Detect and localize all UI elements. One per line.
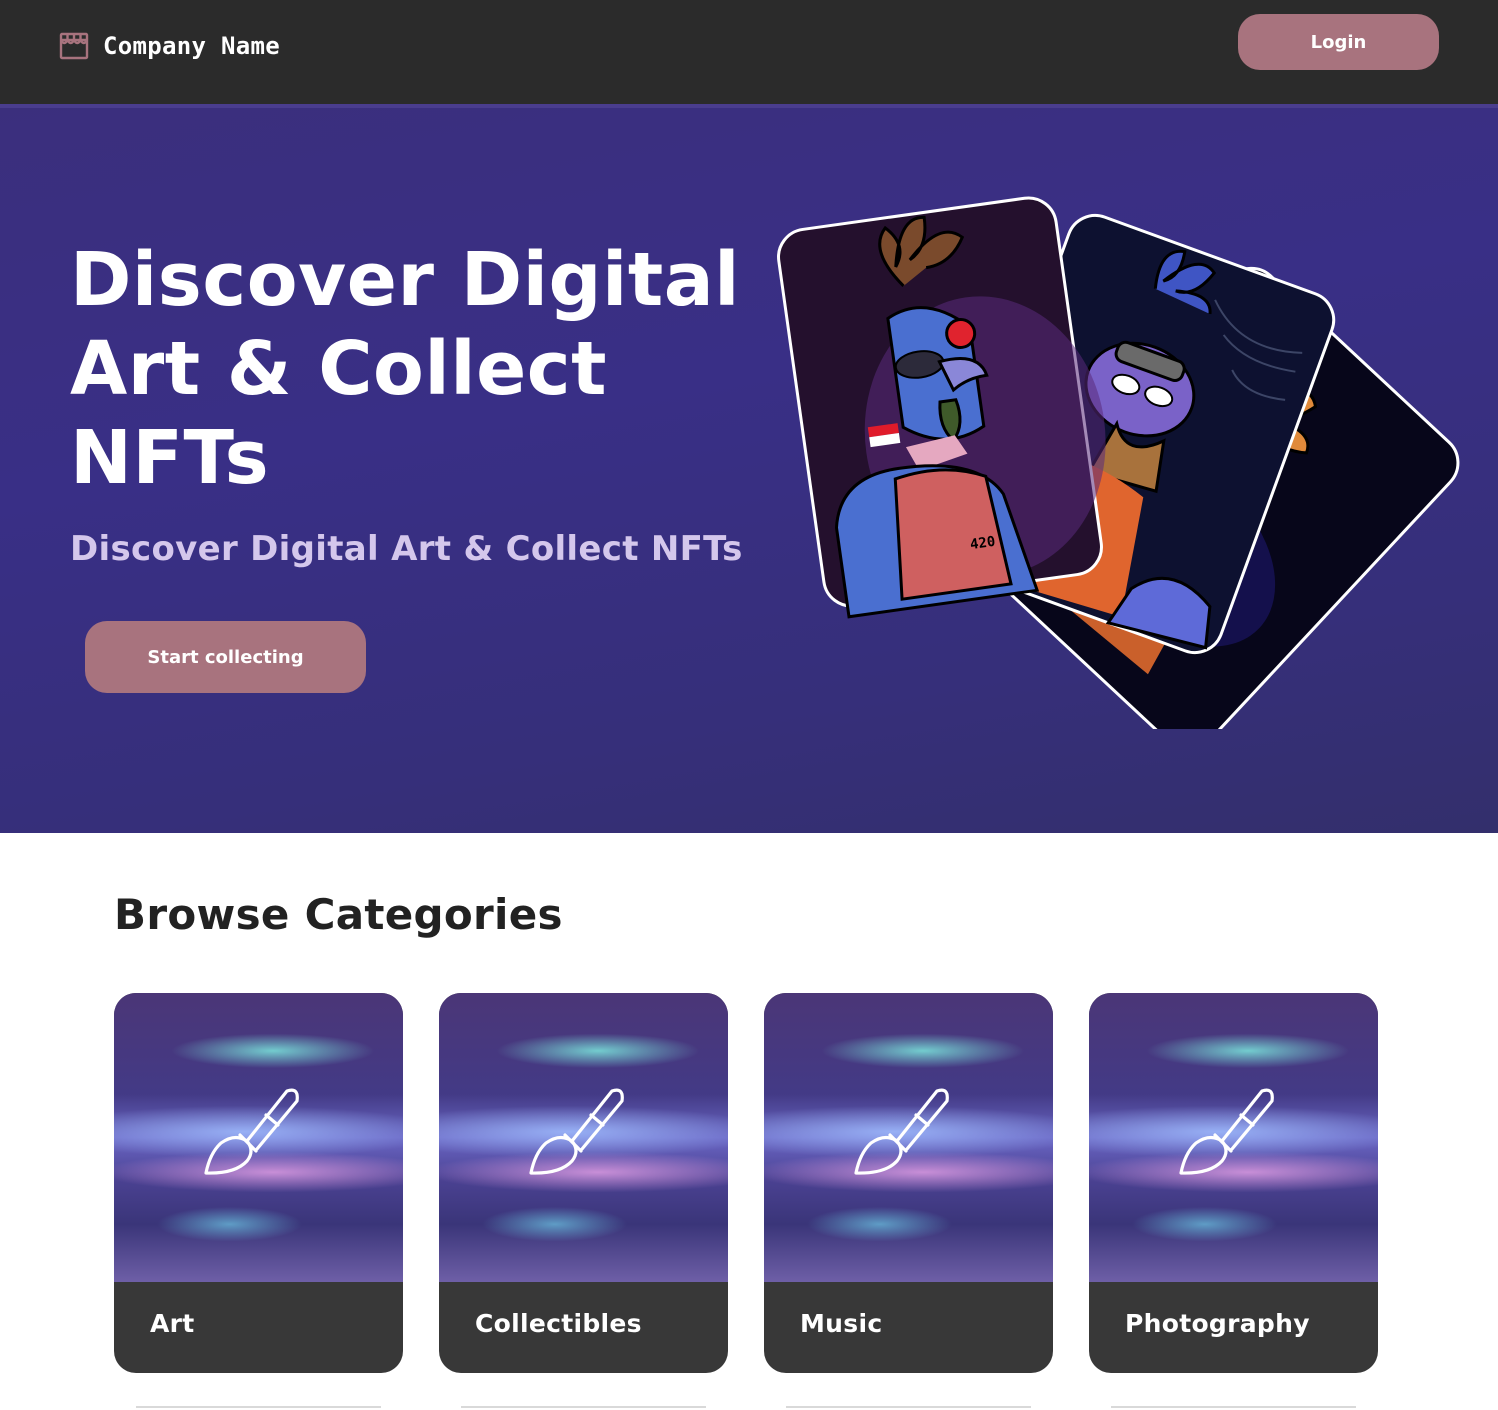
paintbrush-icon: [529, 1088, 624, 1175]
next-row-divider: [461, 1406, 706, 1408]
category-image: [114, 993, 403, 1282]
category-image: [1089, 993, 1378, 1282]
category-label: Collectibles: [475, 1309, 642, 1338]
category-label: Music: [800, 1309, 883, 1338]
nft-cards-illustration: 420: [777, 196, 1460, 729]
hero-section: Discover Digital Art & Collect NFTs Disc…: [0, 104, 1498, 833]
category-card-art[interactable]: Art: [114, 993, 403, 1373]
next-row-divider: [136, 1406, 381, 1408]
paintbrush-icon: [1179, 1088, 1274, 1175]
top-navbar: Company Name Login: [0, 0, 1498, 104]
hero-title: Discover Digital Art & Collect NFTs: [70, 237, 741, 501]
section-title: Browse Categories: [114, 890, 563, 939]
category-image: [439, 993, 728, 1282]
next-row-divider: [1111, 1406, 1356, 1408]
paintbrush-icon: [204, 1088, 299, 1175]
next-row-divider: [786, 1406, 1031, 1408]
category-label: Art: [150, 1309, 195, 1338]
category-card-collectibles[interactable]: Collectibles: [439, 993, 728, 1373]
storefront-icon: [59, 32, 89, 60]
hero-subtitle: Discover Digital Art & Collect NFTs: [70, 529, 743, 569]
brand-name: Company Name: [103, 32, 280, 60]
category-image: [764, 993, 1053, 1282]
login-button[interactable]: Login: [1238, 14, 1439, 70]
category-label: Photography: [1125, 1309, 1310, 1338]
category-card-music[interactable]: Music: [764, 993, 1053, 1373]
category-card-photography[interactable]: Photography: [1089, 993, 1378, 1373]
start-collecting-button[interactable]: Start collecting: [85, 621, 366, 693]
paintbrush-icon: [854, 1088, 949, 1175]
brand[interactable]: Company Name: [58, 30, 280, 62]
